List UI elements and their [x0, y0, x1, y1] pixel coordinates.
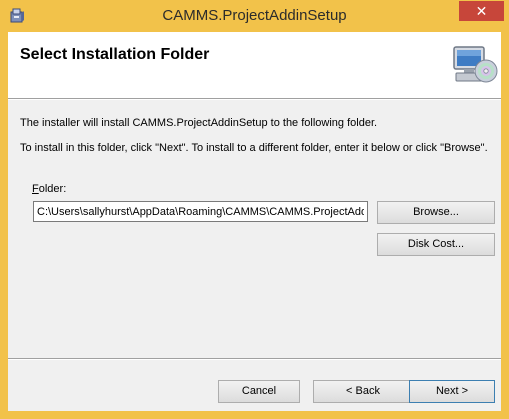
title-bar[interactable]: CAMMS.ProjectAddinSetup ✕: [0, 0, 509, 32]
close-icon: ✕: [475, 3, 488, 19]
close-button[interactable]: ✕: [459, 1, 504, 21]
window-title: CAMMS.ProjectAddinSetup: [162, 7, 347, 24]
folder-label: Folder:: [32, 183, 66, 195]
cancel-button[interactable]: Cancel: [218, 380, 300, 403]
back-button[interactable]: < Back: [313, 380, 413, 403]
folder-label-mnemonic: F: [32, 183, 39, 195]
page-title: Select Installation Folder: [20, 46, 210, 63]
next-button[interactable]: Next >: [409, 380, 495, 403]
install-description: The installer will install CAMMS.Project…: [20, 117, 378, 129]
header-banner: Select Installation Folder: [8, 32, 501, 98]
computer-with-disc-icon: [453, 46, 498, 83]
browse-button[interactable]: Browse...: [377, 201, 495, 224]
install-instructions: To install in this folder, click "Next".…: [20, 142, 488, 154]
installer-window: CAMMS.ProjectAddinSetup ✕ Select Install…: [0, 0, 509, 419]
footer-divider: [8, 358, 501, 360]
folder-path-input[interactable]: [33, 201, 368, 222]
disk-cost-button[interactable]: Disk Cost...: [377, 233, 495, 256]
dialog-client-area: Select Installation Folder The installer…: [8, 32, 501, 411]
header-divider: [8, 98, 501, 100]
folder-label-text: older:: [38, 183, 67, 195]
